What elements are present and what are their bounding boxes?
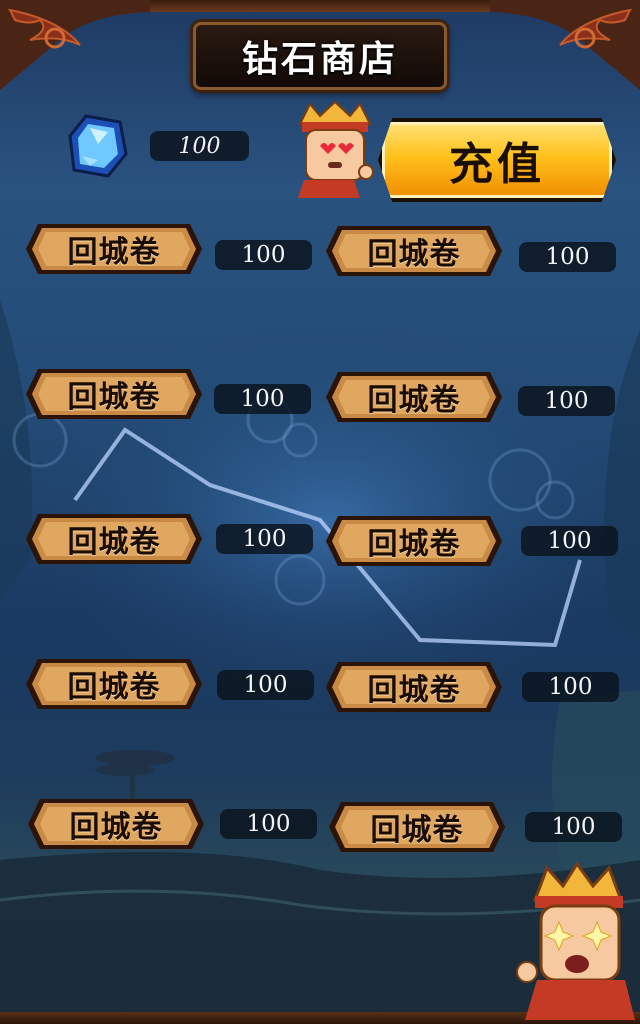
shop-item-button[interactable]: 回城卷 — [26, 797, 206, 851]
monk-mascot-icon — [298, 100, 374, 198]
shop-item-button[interactable]: 回城卷 — [24, 657, 204, 711]
shop-item-button[interactable]: 回城卷 — [324, 370, 504, 424]
item-price: 100 — [217, 670, 314, 700]
item-price: 100 — [525, 812, 622, 842]
diamond-icon — [68, 114, 128, 178]
monk-surprised-icon — [516, 861, 635, 1020]
item-label: 回城卷 — [370, 813, 464, 848]
item-price: 100 — [521, 526, 618, 556]
item-price: 100 — [522, 672, 619, 702]
item-price: 100 — [220, 809, 317, 839]
item-label: 回城卷 — [67, 235, 161, 270]
ornament-right-icon — [490, 0, 640, 90]
item-price: 100 — [519, 242, 616, 272]
item-label: 回城卷 — [367, 237, 461, 272]
item-price: 100 — [216, 524, 313, 554]
item-price: 100 — [215, 240, 312, 270]
item-label: 回城卷 — [67, 380, 161, 415]
title-plate: 钻石商店 — [193, 22, 447, 90]
shop-item-button[interactable]: 回城卷 — [327, 800, 507, 854]
item-label: 回城卷 — [367, 673, 461, 708]
item-label: 回城卷 — [367, 383, 461, 418]
item-price: 100 — [518, 386, 615, 416]
shop-item-button[interactable]: 回城卷 — [324, 224, 504, 278]
item-price: 100 — [214, 384, 311, 414]
shop-item-button[interactable]: 回城卷 — [24, 222, 204, 276]
page-title: 钻石商店 — [241, 38, 398, 80]
shop-item-button[interactable]: 回城卷 — [324, 660, 504, 714]
item-label: 回城卷 — [367, 527, 461, 562]
ornament-left-icon — [0, 0, 150, 90]
shop-item-button[interactable]: 回城卷 — [324, 514, 504, 568]
item-label: 回城卷 — [69, 810, 163, 845]
shop-item-button[interactable]: 回城卷 — [24, 367, 204, 421]
shop-item-button[interactable]: 回城卷 — [24, 512, 204, 566]
diamond-balance: 100 — [150, 131, 249, 161]
recharge-label: 充值 — [449, 139, 545, 190]
item-label: 回城卷 — [67, 525, 161, 560]
item-label: 回城卷 — [67, 670, 161, 705]
recharge-button[interactable]: 充值 — [378, 118, 616, 202]
